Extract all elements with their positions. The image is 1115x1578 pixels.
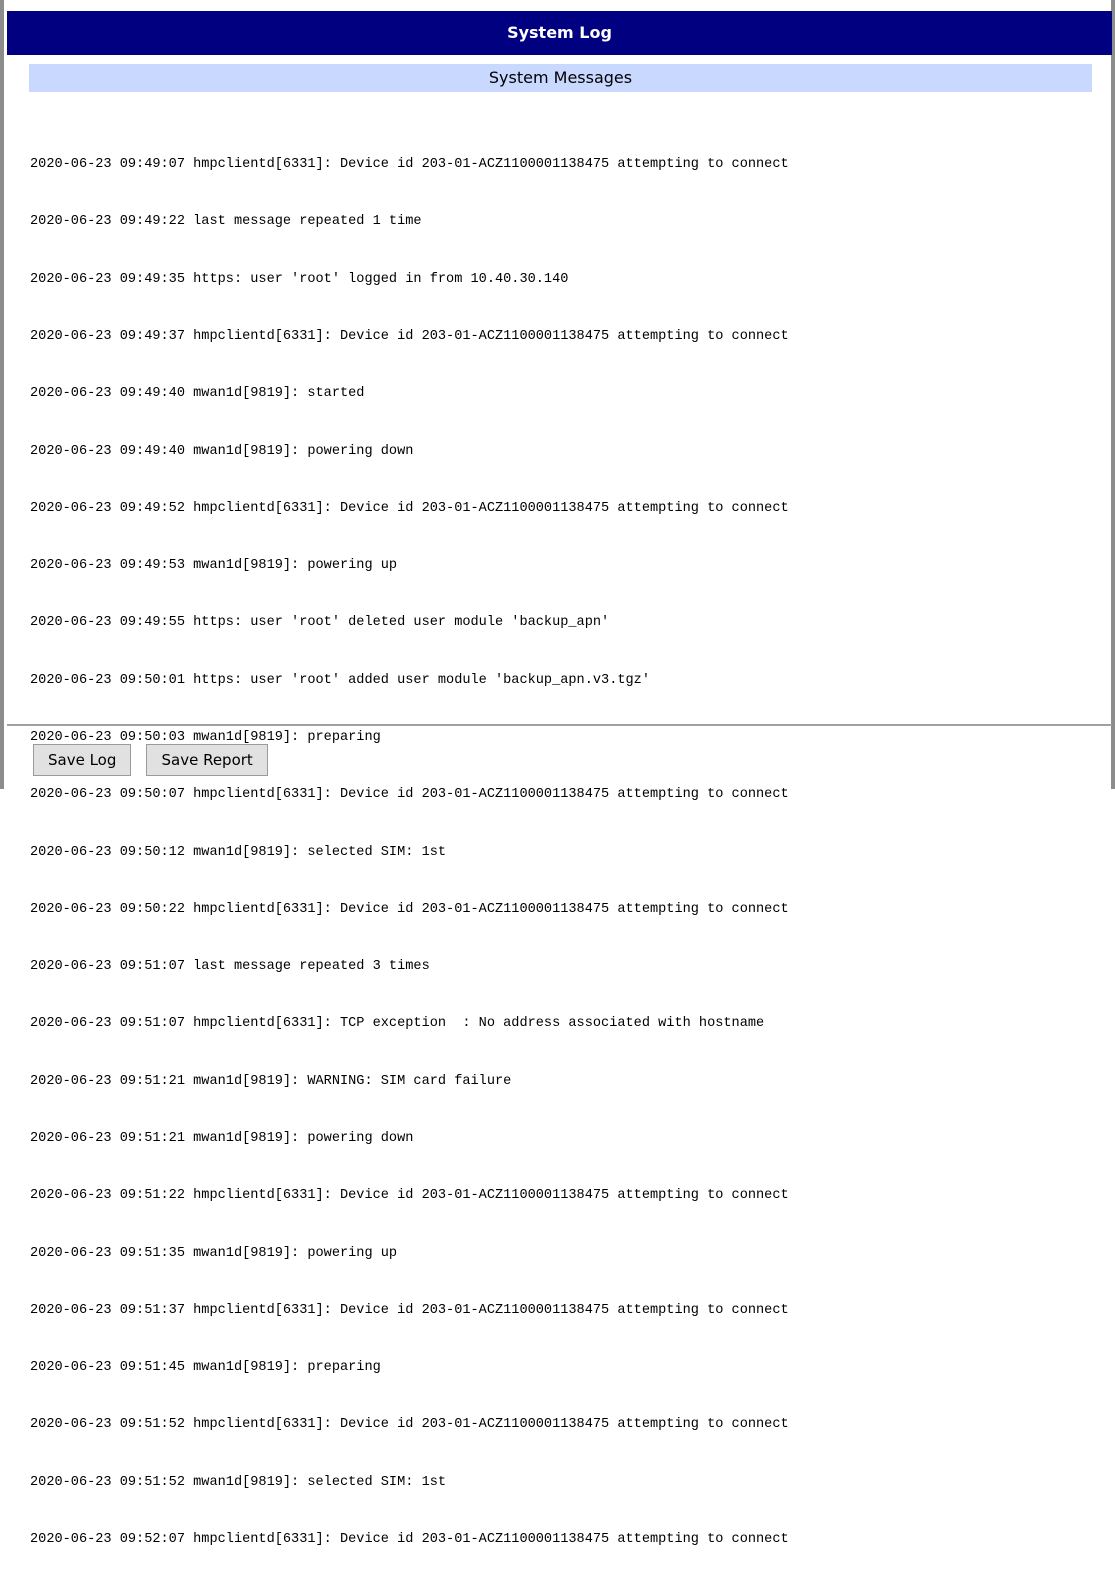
log-line: 2020-06-23 09:51:37 hmpclientd[6331]: De… [30,1302,789,1318]
log-line: 2020-06-23 09:50:07 hmpclientd[6331]: De… [30,787,789,803]
log-line: 2020-06-23 09:49:22 last message repeate… [30,214,422,230]
log-line: 2020-06-23 09:49:35 https: user 'root' l… [30,271,569,287]
log-line: 2020-06-23 09:49:53 mwan1d[9819]: poweri… [30,558,398,574]
log-line: 2020-06-23 09:51:35 mwan1d[9819]: poweri… [30,1245,398,1261]
system-log-page: System Log System Messages 2020-06-23 09… [0,0,1115,1547]
log-line: 2020-06-23 09:49:55 https: user 'root' d… [30,615,610,631]
log-line: 2020-06-23 09:52:07 hmpclientd[6331]: De… [30,1531,789,1547]
button-row: Save Log Save Report [33,744,278,776]
log-line: 2020-06-23 09:51:52 hmpclientd[6331]: De… [30,1417,789,1433]
page-title: System Log [7,11,1112,55]
divider [7,724,1112,726]
log-line: 2020-06-23 09:51:21 mwan1d[9819]: poweri… [30,1130,414,1146]
log-output: 2020-06-23 09:49:07 hmpclientd[6331]: De… [30,117,1112,1578]
save-report-button[interactable]: Save Report [146,744,268,776]
log-line: 2020-06-23 09:50:12 mwan1d[9819]: select… [30,844,447,860]
log-line: 2020-06-23 09:49:07 hmpclientd[6331]: De… [30,157,789,173]
section-header-system-messages: System Messages [29,64,1092,92]
log-line: 2020-06-23 09:51:45 mwan1d[9819]: prepar… [30,1360,381,1376]
log-line: 2020-06-23 09:49:37 hmpclientd[6331]: De… [30,329,789,345]
log-line: 2020-06-23 09:49:52 hmpclientd[6331]: De… [30,500,789,516]
log-line: 2020-06-23 09:50:22 hmpclientd[6331]: De… [30,901,789,917]
log-line: 2020-06-23 09:49:40 mwan1d[9819]: poweri… [30,443,414,459]
log-line: 2020-06-23 09:51:07 last message repeate… [30,959,430,975]
log-line: 2020-06-23 09:51:21 mwan1d[9819]: WARNIN… [30,1073,512,1089]
log-line: 2020-06-23 09:49:40 mwan1d[9819]: starte… [30,386,365,402]
log-line: 2020-06-23 09:51:52 mwan1d[9819]: select… [30,1474,447,1490]
log-line: 2020-06-23 09:51:22 hmpclientd[6331]: De… [30,1188,789,1204]
save-log-button[interactable]: Save Log [33,744,132,776]
log-line: 2020-06-23 09:51:07 hmpclientd[6331]: TC… [30,1016,765,1032]
log-line: 2020-06-23 09:50:01 https: user 'root' a… [30,672,650,688]
